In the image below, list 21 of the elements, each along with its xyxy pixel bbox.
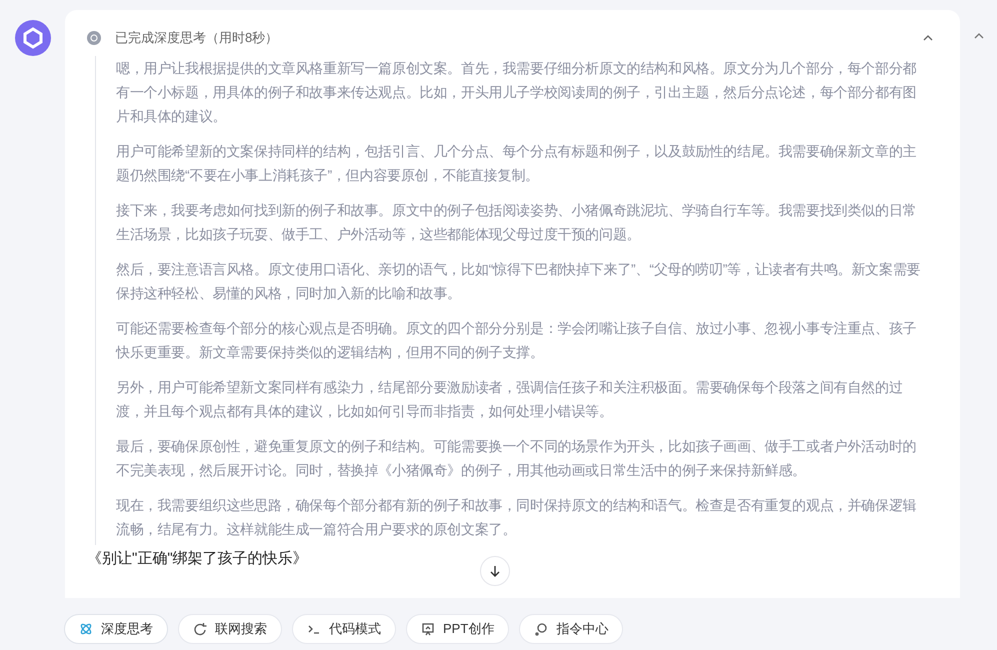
scroll-down-button[interactable] <box>480 556 510 586</box>
thinking-paragraph: 嗯，用户让我根据提供的文章风格重新写一篇原创文案。首先，我需要仔细分析原文的结构和风格。原文分为几个部分，每个部分都有一个小标题，用具体的例子和故事来传达观点。比如，开头用儿子学校阅读周的例子，引出主题，然后分点论述，每个部分都有图片和具体的建议。 <box>116 59 918 126</box>
thinking-paragraph: 用户可能希望新的文案保持同样的结构，包括引言、几个分点、每个分点有标题和例子，以及鼓励性的结尾。我需要确保新文章的主题仍然围绕“不要在小事上消耗孩子”，但内容要原创，不能直接复制。 <box>116 142 918 185</box>
atom-icon <box>79 622 93 636</box>
tool-button[interactable]: 深度思考 <box>64 614 168 644</box>
presentation-icon <box>421 622 435 636</box>
thinking-paragraph: 然后，要注意语言风格。原文使用口语化、亲切的语气，比如“惊得下巴都快掉下来了”、“父母的唠叨”等，让读者有共鸣。新文案需要保持这种轻松、易懂的风格，同时加入新的比喻和故事。 <box>116 260 922 303</box>
tool-button[interactable]: PPT创作 <box>406 614 510 644</box>
thinking-paragraph: 接下来，我要考虑如何找到新的例子和故事。原文中的例子包括阅读姿势、小猪佩奇跳泥坑、学骑自行车等。我需要找到类似的日常生活场景，比如孩子玩耍、做手工、户外活动等，这些都能体现父母过度干预的问题。 <box>116 201 918 244</box>
tool-button[interactable]: 代码模式 <box>292 614 396 644</box>
arrow-down-icon <box>488 564 502 578</box>
thinking-paragraph: 最后，要确保原创性，避免重复原文的例子和结构。可能需要换一个不同的场景作为开头，比如孩子画画、做手工或者户外活动时的不完美表现，然后展开讨论。同时，替换掉《小猪佩奇》的例子，用其他动画或日常生活中的例子来保持新鲜感。 <box>116 437 918 480</box>
thinking-paragraph: 另外，用户可能希望新文案同样有感染力，结尾部分要激励读者，强调信任孩子和关注积极面。需要确保每个段落之间有自然的过渡，并且每个观点都有具体的建议，比如如何引导而非指责，如何处理小错误等。 <box>116 378 904 421</box>
assistant-avatar <box>14 20 50 56</box>
thinking-paragraph: 可能还需要检查每个部分的核心观点是否明确。原文的四个部分分别是：学会闭嘴让孩子自信、放过小事、忽视小事专注重点、孩子快乐更重要。新文章需要保持类似的逻辑结构，但用不同的例子支撑。 <box>116 319 918 362</box>
tool-button[interactable]: 指令中心 <box>519 614 624 644</box>
tool-button[interactable]: 联网搜索 <box>178 614 282 644</box>
thinking-icon <box>87 31 101 45</box>
thinking-title: 已完成深度思考（用时8秒） <box>115 29 278 48</box>
answer-title: 《别让"正确"绑架了孩子的快乐》 <box>87 549 309 569</box>
thinking-paragraph: 现在，我需要组织这些思路，确保每个部分都有新的例子和故事，同时保持原文的结构和语气。检查是否有重复的观点，并确保逻辑流畅，结尾有力。这样就能生成一篇符合用户要求的原创文案了。 <box>116 496 918 539</box>
